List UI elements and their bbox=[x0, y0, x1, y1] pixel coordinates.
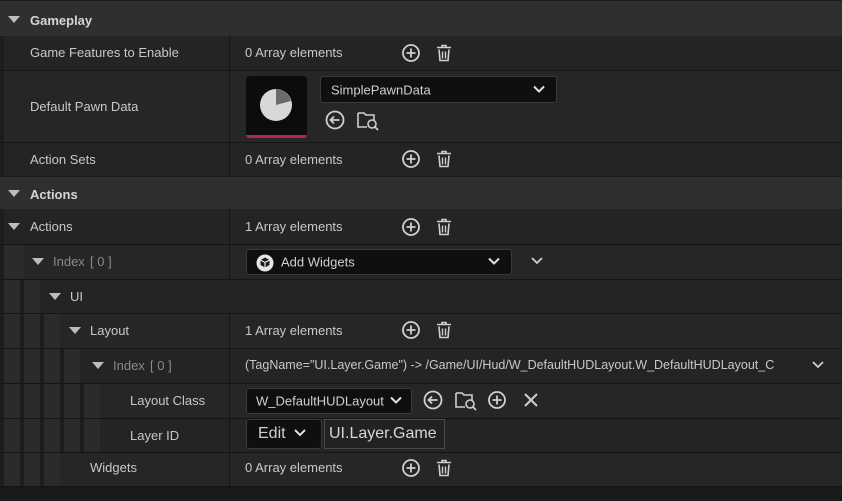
find-in-browser-icon[interactable] bbox=[454, 389, 478, 411]
combo-value: W_DefaultHUDLayout bbox=[256, 393, 384, 409]
combo-value: SimplePawnData bbox=[331, 82, 431, 97]
row-game-features: Game Features to Enable 0 Array elements bbox=[0, 36, 842, 70]
property-label: Layout bbox=[90, 323, 130, 338]
chevron-down-icon[interactable] bbox=[529, 255, 545, 267]
chevron-down-icon bbox=[487, 255, 501, 270]
browse-back-icon[interactable] bbox=[324, 109, 346, 131]
trash-icon[interactable] bbox=[434, 43, 454, 63]
find-in-browser-icon[interactable] bbox=[356, 109, 380, 131]
property-label: Action Sets bbox=[30, 152, 96, 167]
add-icon[interactable] bbox=[487, 390, 507, 410]
row-default-pawn-data: Default Pawn Data SimplePawnData bbox=[0, 70, 842, 142]
array-count: 0 Array elements bbox=[245, 152, 343, 167]
add-icon[interactable] bbox=[401, 458, 421, 478]
expand-triangle-icon[interactable] bbox=[69, 327, 81, 334]
row-actions: Actions 1 Array elements bbox=[0, 209, 842, 244]
asset-thumbnail[interactable] bbox=[246, 76, 307, 138]
row-action-sets: Action Sets 0 Array elements bbox=[0, 142, 842, 176]
property-label: Widgets bbox=[90, 460, 137, 475]
add-icon[interactable] bbox=[401, 320, 421, 340]
section-gameplay[interactable]: Gameplay bbox=[0, 0, 842, 36]
property-label: UI bbox=[70, 289, 83, 304]
trash-icon[interactable] bbox=[434, 320, 454, 340]
section-title: Gameplay bbox=[30, 13, 93, 28]
add-icon[interactable] bbox=[401, 217, 421, 237]
add-icon[interactable] bbox=[401, 149, 421, 169]
row-layout-class: Layout Class W_DefaultHUDLayout bbox=[0, 383, 842, 418]
layout-class-combo[interactable]: W_DefaultHUDLayout bbox=[246, 388, 412, 414]
property-label: Default Pawn Data bbox=[30, 99, 139, 114]
section-actions[interactable]: Actions bbox=[0, 176, 842, 209]
property-label: Game Features to Enable bbox=[30, 45, 179, 60]
expand-triangle-icon[interactable] bbox=[49, 293, 61, 300]
chevron-down-icon bbox=[532, 82, 546, 97]
index-number: [ 0 ] bbox=[150, 358, 172, 373]
index-label: Index bbox=[53, 254, 85, 269]
index-number: [ 0 ] bbox=[90, 254, 112, 269]
array-count: 1 Array elements bbox=[245, 323, 343, 338]
index-label: Index bbox=[113, 358, 145, 373]
array-count: 0 Array elements bbox=[245, 460, 343, 475]
edit-tag-button[interactable]: Edit bbox=[246, 419, 322, 449]
row-layer-id: Layer ID Edit UI.Layer.Game bbox=[0, 418, 842, 452]
row-actions-index-0: Index [ 0 ] Add Widgets bbox=[0, 244, 842, 279]
combo-value: Add Widgets bbox=[281, 254, 355, 270]
pawn-data-combo[interactable]: SimplePawnData bbox=[320, 76, 557, 103]
trash-icon[interactable] bbox=[434, 149, 454, 169]
trash-icon[interactable] bbox=[434, 217, 454, 237]
property-label: Layer ID bbox=[130, 428, 180, 443]
edit-label: Edit bbox=[258, 425, 286, 442]
expand-triangle-icon[interactable] bbox=[92, 362, 104, 369]
gameplay-tag-chip[interactable]: UI.Layer.Game bbox=[324, 419, 445, 449]
expand-triangle-icon[interactable] bbox=[8, 223, 20, 230]
collapse-triangle-icon[interactable] bbox=[8, 16, 20, 23]
row-widgets: Widgets 0 Array elements bbox=[0, 452, 842, 486]
collapse-triangle-icon[interactable] bbox=[8, 190, 20, 197]
array-count: 0 Array elements bbox=[245, 45, 343, 60]
tag-value: UI.Layer.Game bbox=[329, 425, 437, 442]
row-layout-index-0: Index [ 0 ] (TagName="UI.Layer.Game") ->… bbox=[0, 348, 842, 383]
expand-triangle-icon[interactable] bbox=[32, 258, 44, 265]
x-icon[interactable] bbox=[521, 390, 541, 410]
action-type-combo[interactable]: Add Widgets bbox=[246, 249, 512, 275]
chevron-down-icon bbox=[293, 425, 307, 443]
row-layout: Layout 1 Array elements bbox=[0, 313, 842, 348]
widget-cube-icon bbox=[256, 254, 274, 272]
property-label: Actions bbox=[30, 219, 73, 234]
trash-icon[interactable] bbox=[434, 458, 454, 478]
row-ui: UI bbox=[0, 279, 842, 313]
section-title: Actions bbox=[30, 187, 78, 202]
chevron-down-icon[interactable] bbox=[810, 359, 826, 371]
chevron-down-icon bbox=[389, 394, 403, 409]
array-count: 1 Array elements bbox=[245, 219, 343, 234]
panel-bottom bbox=[0, 486, 842, 501]
layout-entry-summary: (TagName="UI.Layer.Game") -> /Game/UI/Hu… bbox=[245, 358, 775, 372]
property-label: Layout Class bbox=[130, 393, 206, 408]
add-icon[interactable] bbox=[401, 43, 421, 63]
browse-back-icon[interactable] bbox=[422, 389, 444, 411]
